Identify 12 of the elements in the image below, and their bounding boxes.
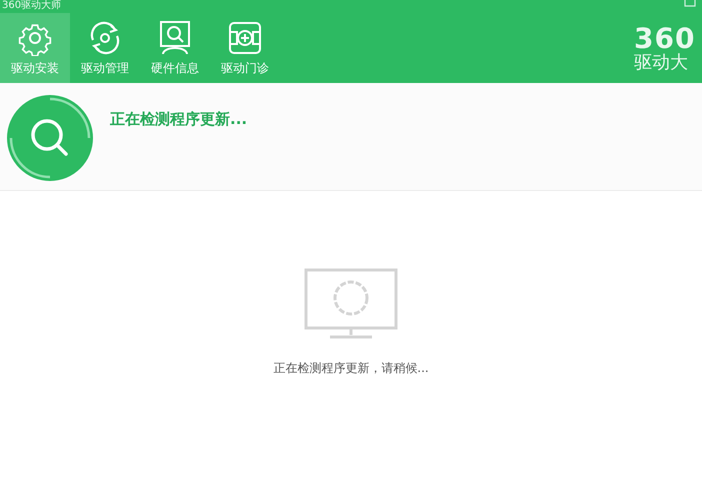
monitor-search-icon xyxy=(157,20,193,56)
loading-message: 正在检测程序更新，请稍候... xyxy=(273,360,429,377)
medical-kit-icon xyxy=(227,20,263,56)
nav-tab[interactable]: 驱动管理 xyxy=(70,13,140,83)
nav-tab[interactable]: 驱动安装 xyxy=(0,13,70,83)
nav-tab[interactable]: 驱动门诊 xyxy=(210,13,280,83)
search-icon xyxy=(6,94,94,182)
monitor-loading-icon xyxy=(304,268,398,340)
nav-tab[interactable]: 硬件信息 xyxy=(140,13,210,83)
brand-logo: 360 驱动大 xyxy=(634,25,696,73)
window-title: 360驱动大师 xyxy=(2,0,62,12)
status-text: 正在检测程序更新... xyxy=(110,110,248,129)
